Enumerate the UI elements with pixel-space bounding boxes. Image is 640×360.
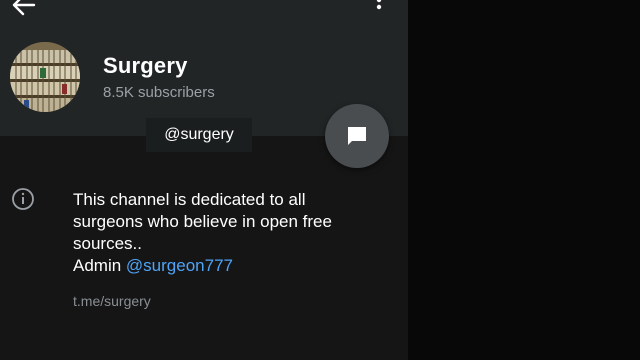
- info-icon: [12, 188, 34, 210]
- admin-prefix: Admin: [73, 256, 126, 275]
- username-tooltip: @surgery: [146, 118, 252, 152]
- channel-title: Surgery: [103, 53, 188, 78]
- description-line: surgeons who believe in open free: [73, 212, 332, 231]
- channel-avatar[interactable]: [10, 42, 80, 112]
- bookshelf-image: [10, 42, 80, 112]
- arrow-left-icon[interactable]: [10, 0, 36, 16]
- channel-info-screen: Surgery 8.5K subscribers @surgery This c…: [0, 0, 408, 360]
- more-vert-icon[interactable]: [370, 0, 388, 16]
- admin-line: Admin @surgeon777: [73, 255, 393, 277]
- message-icon: [348, 127, 366, 145]
- subscriber-count: 8.5K subscribers: [103, 84, 215, 101]
- empty-side-pane: [408, 0, 640, 360]
- description-line: sources..: [73, 234, 142, 253]
- admin-handle-link[interactable]: @surgeon777: [126, 256, 233, 275]
- channel-link[interactable]: t.me/surgery: [73, 293, 151, 309]
- description-line: This channel is dedicated to all: [73, 190, 306, 209]
- channel-description: This channel is dedicated to all surgeon…: [73, 189, 393, 277]
- message-button[interactable]: [325, 104, 389, 168]
